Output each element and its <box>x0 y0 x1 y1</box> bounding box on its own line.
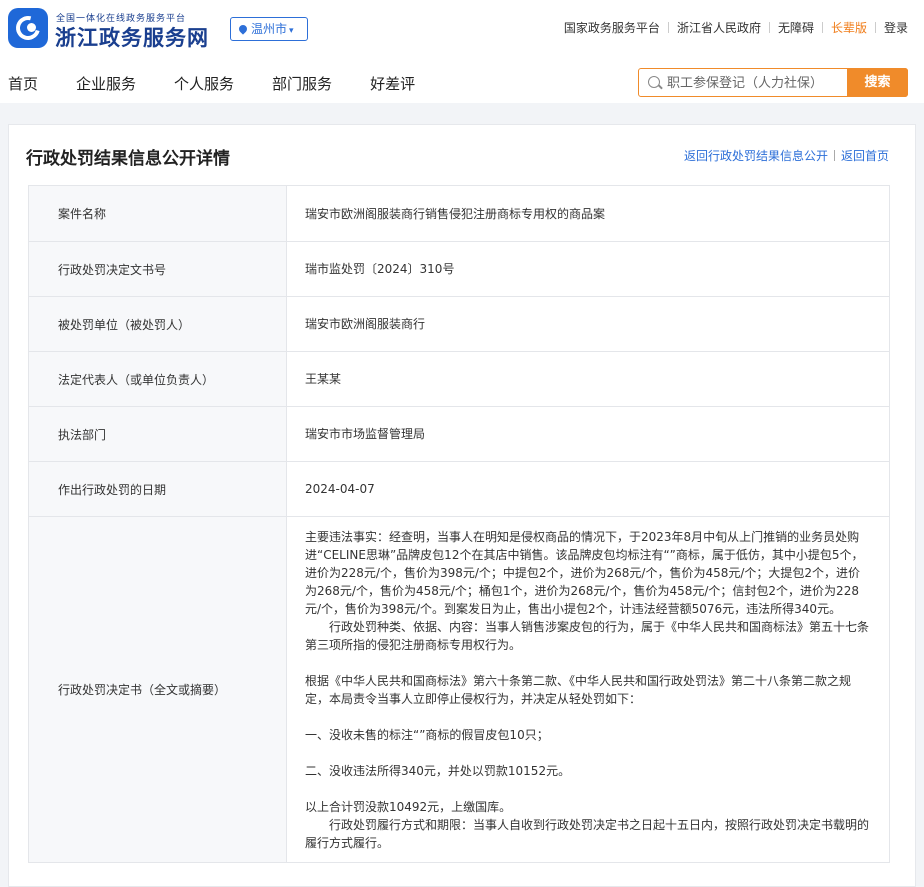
link-national-platform[interactable]: 国家政务服务平台 <box>564 19 660 36</box>
row-label: 被处罚单位（被处罚人） <box>28 296 287 352</box>
row-label: 案件名称 <box>28 185 287 242</box>
main-nav: 首页 企业服务 个人服务 部门服务 好差评 <box>8 73 453 94</box>
city-selector[interactable]: 温州市 ▾ <box>230 17 308 41</box>
table-row: 执法部门 瑞安市市场监督管理局 <box>28 406 890 462</box>
back-links: 返回行政处罚结果信息公开 返回首页 <box>684 147 889 164</box>
decision-full-text: 主要违法事实：经查明，当事人在明知是侵权商品的情况下，于2023年8月中旬从上门… <box>286 516 890 863</box>
table-row: 案件名称 瑞安市欧洲阁服装商行销售侵犯注册商标专用权的商品案 <box>28 185 890 242</box>
deadline-paragraph: 行政处罚履行方式和期限：当事人自收到行政处罚决定书之日起十五日内，按照行政处罚决… <box>305 818 870 850</box>
nav-ratings[interactable]: 好差评 <box>370 73 415 94</box>
row-label: 行政处罚决定书（全文或摘要） <box>28 516 287 863</box>
nav-department-services[interactable]: 部门服务 <box>272 73 332 94</box>
detail-card: 行政处罚结果信息公开详情 返回行政处罚结果信息公开 返回首页 案件名称 瑞安市欧洲… <box>8 124 916 887</box>
decision-paragraph: 根据《中华人民共和国商标法》第六十条第二款、《中华人民共和国行政处罚法》第二十八… <box>305 674 852 706</box>
site-title[interactable]: 浙江政务服务网 <box>55 22 209 52</box>
link-provincial-government[interactable]: 浙江省人民政府 <box>677 19 761 36</box>
search-input[interactable] <box>667 73 847 93</box>
back-home-link[interactable]: 返回首页 <box>841 149 889 163</box>
row-label: 执法部门 <box>28 406 287 462</box>
city-name: 温州市 <box>251 22 288 36</box>
row-value: 瑞安市欧洲阁服装商行 <box>286 296 890 352</box>
facts-paragraph: 主要违法事实：经查明，当事人在明知是侵权商品的情况下，于2023年8月中旬从上门… <box>305 530 864 616</box>
row-value: 瑞市监处罚〔2024〕310号 <box>286 241 890 297</box>
link-accessibility[interactable]: 无障碍 <box>778 19 814 36</box>
detail-table: 案件名称 瑞安市欧洲阁服装商行销售侵犯注册商标专用权的商品案 行政处罚决定文书号… <box>28 185 890 863</box>
back-to-list-link[interactable]: 返回行政处罚结果信息公开 <box>684 149 828 163</box>
nav-home[interactable]: 首页 <box>8 73 38 94</box>
table-row: 作出行政处罚的日期 2024-04-07 <box>28 461 890 517</box>
table-row: 法定代表人（或单位负责人） 王某某 <box>28 351 890 407</box>
nav-personal-services[interactable]: 个人服务 <box>174 73 234 94</box>
table-row: 行政处罚决定文书号 瑞市监处罚〔2024〕310号 <box>28 241 890 297</box>
page-title: 行政处罚结果信息公开详情 <box>26 149 230 169</box>
link-elder-version[interactable]: 长辈版 <box>831 19 867 36</box>
caret-down-icon: ▾ <box>289 26 294 36</box>
link-login[interactable]: 登录 <box>884 19 908 36</box>
row-label: 法定代表人（或单位负责人） <box>28 351 287 407</box>
zhejiang-logo-icon[interactable] <box>8 8 48 48</box>
total-paragraph: 以上合计罚没款10492元，上缴国库。 <box>305 800 512 814</box>
row-label: 行政处罚决定文书号 <box>28 241 287 297</box>
row-value: 王某某 <box>286 351 890 407</box>
penalty-item-2: 二、没收违法所得340元，并处以罚款10152元。 <box>305 764 571 778</box>
row-value: 2024-04-07 <box>286 461 890 517</box>
top-links: 国家政务服务平台 浙江省人民政府 无障碍 长辈版 登录 <box>564 19 908 36</box>
search-button[interactable]: 搜索 <box>847 68 908 97</box>
row-value: 瑞安市欧洲阁服装商行销售侵犯注册商标专用权的商品案 <box>286 185 890 242</box>
top-header: 全国一体化在线政务服务平台 浙江政务服务网 温州市 ▾ 国家政务服务平台 浙江省人民… <box>0 0 924 103</box>
penalty-item-1: 一、没收未售的标注“”商标的假冒皮包10只； <box>305 728 549 742</box>
search-box: 搜索 <box>638 68 908 97</box>
basis-paragraph: 行政处罚种类、依据、内容：当事人销售涉案皮包的行为，属于《中华人民共和国商标法》… <box>305 620 870 652</box>
row-value: 瑞安市市场监督管理局 <box>286 406 890 462</box>
nav-enterprise-services[interactable]: 企业服务 <box>76 73 136 94</box>
row-label: 作出行政处罚的日期 <box>28 461 287 517</box>
location-pin-icon <box>237 23 249 35</box>
table-row: 被处罚单位（被处罚人） 瑞安市欧洲阁服装商行 <box>28 296 890 352</box>
search-icon <box>648 76 660 88</box>
table-row: 行政处罚决定书（全文或摘要） 主要违法事实：经查明，当事人在明知是侵权商品的情况… <box>28 516 890 863</box>
